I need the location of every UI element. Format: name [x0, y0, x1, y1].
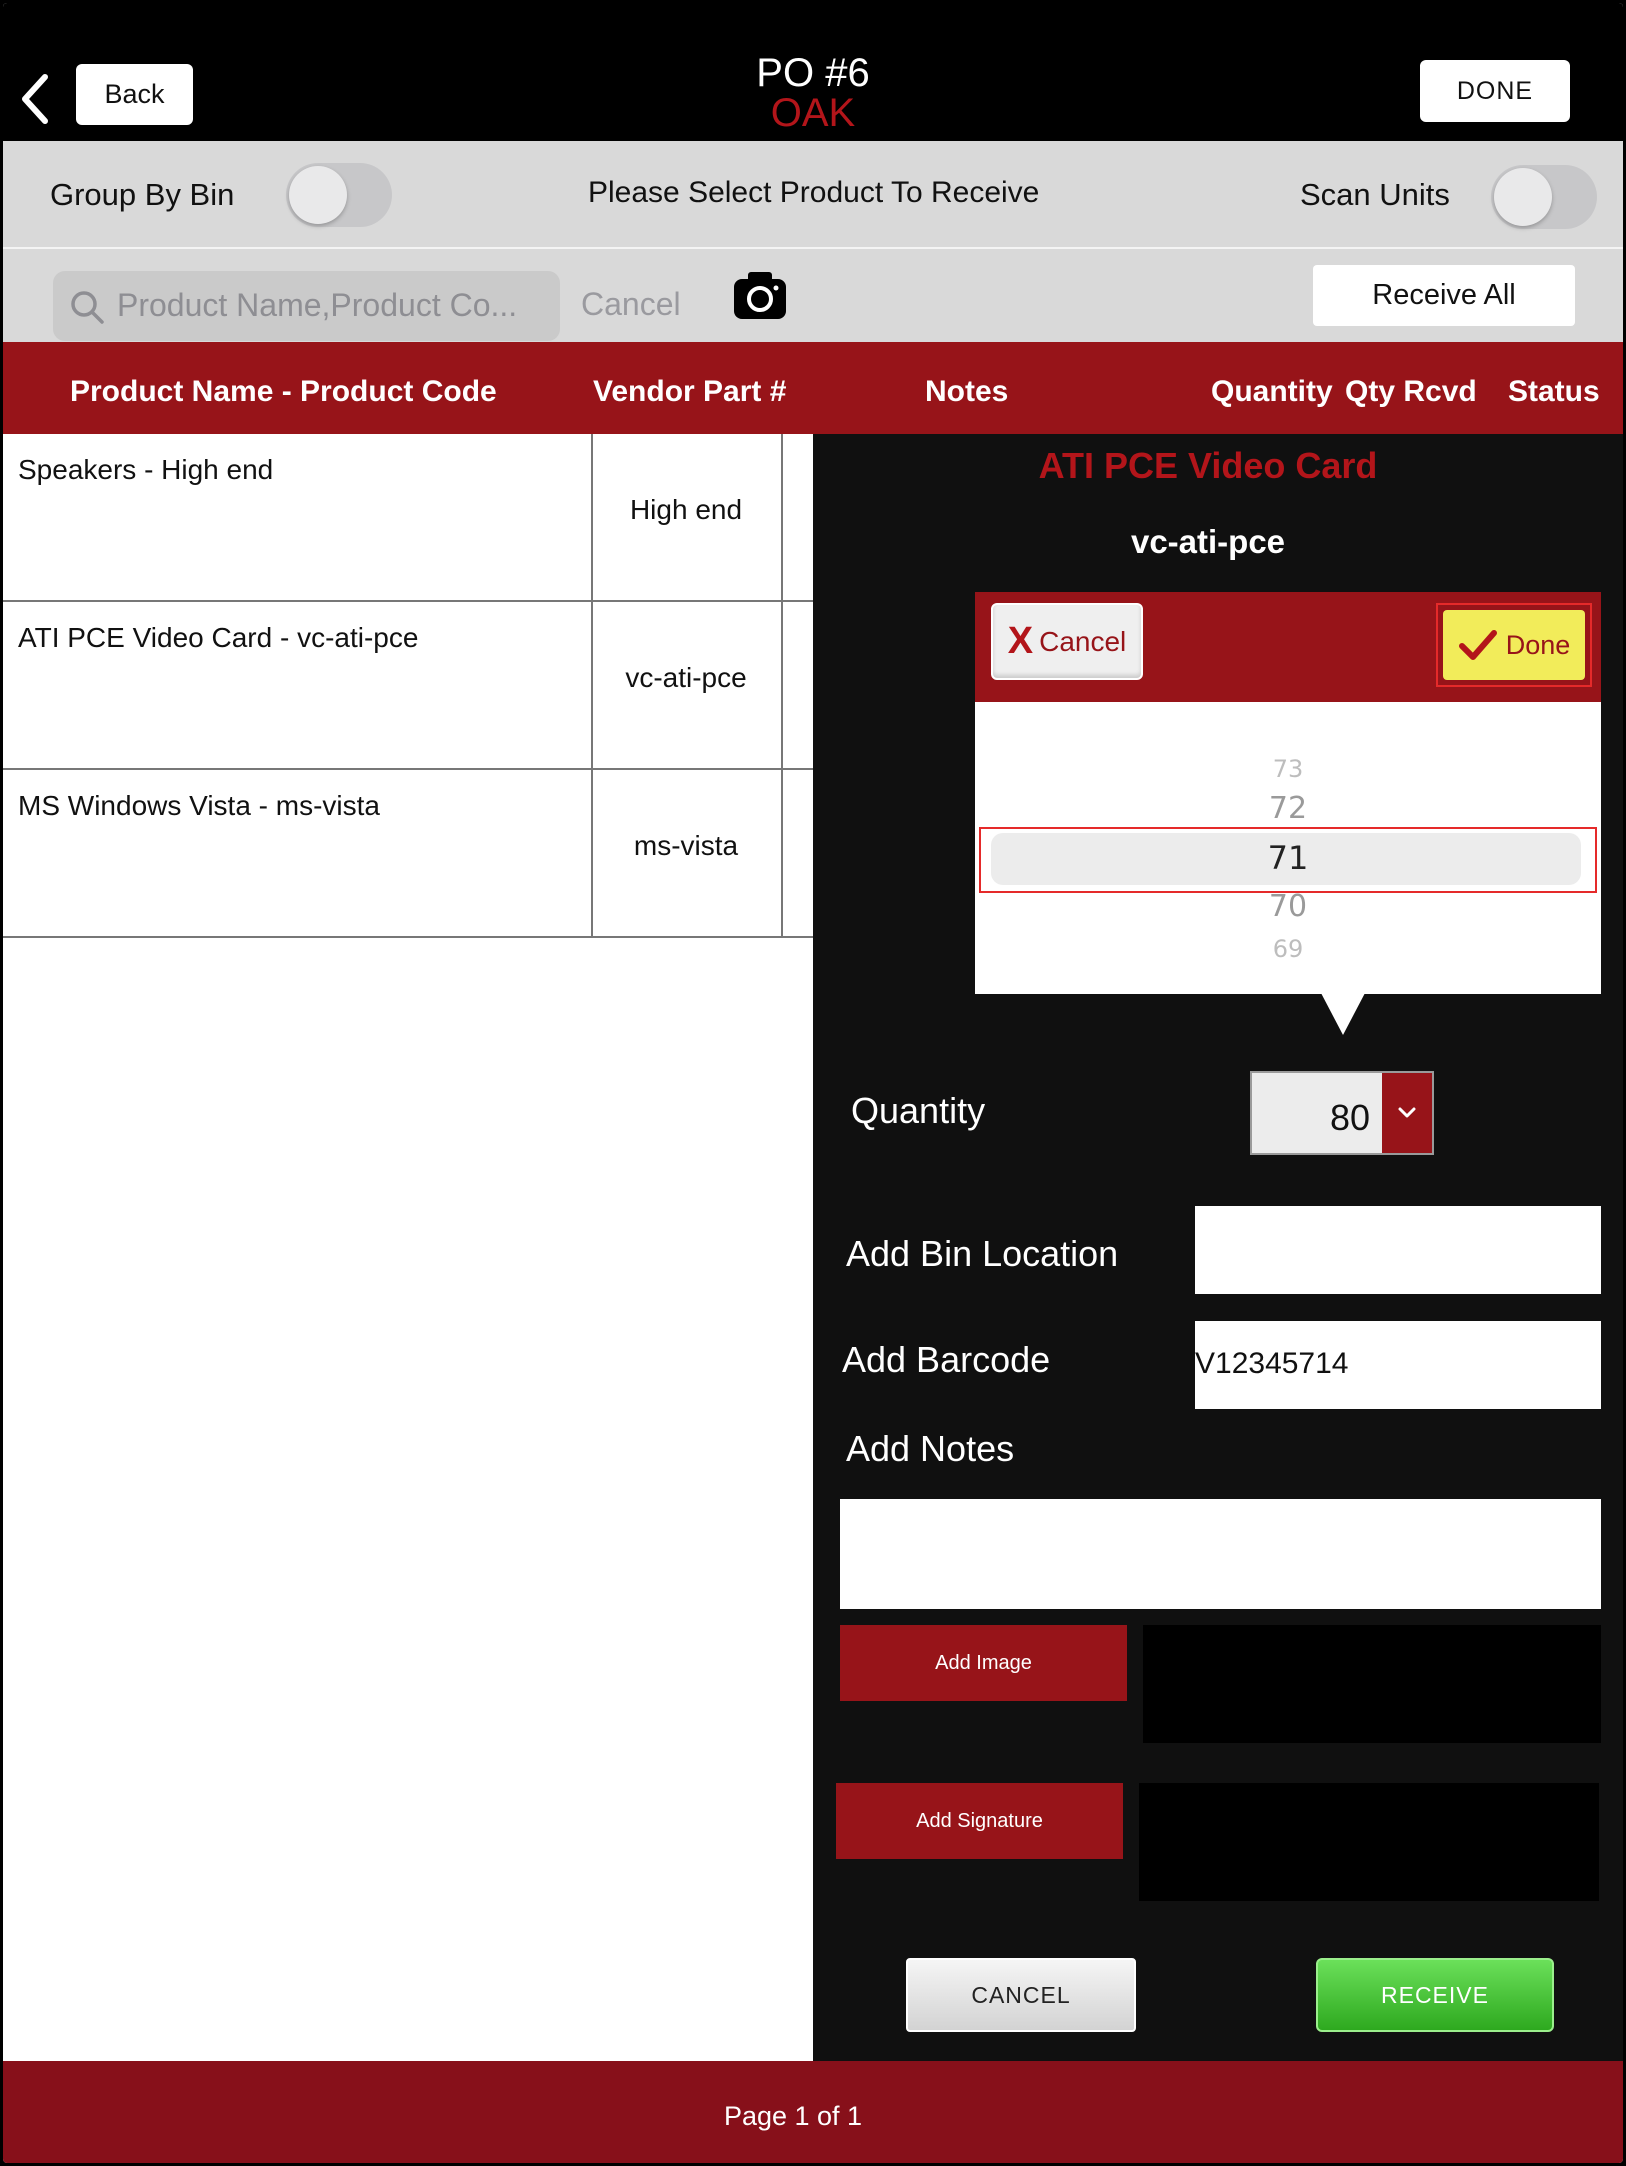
picker-option[interactable]: 69: [975, 935, 1601, 963]
search-placeholder: Product Name,Product Co...: [117, 287, 518, 323]
camera-icon[interactable]: [732, 269, 788, 321]
scan-units-toggle[interactable]: [1491, 165, 1597, 229]
search-cancel-button[interactable]: Cancel: [581, 286, 681, 323]
barcode-input[interactable]: V12345714: [1195, 1321, 1601, 1409]
column-divider: [781, 770, 783, 938]
panel-product-title: ATI PCE Video Card: [1038, 445, 1378, 486]
vendor-part: ms-vista: [633, 830, 739, 861]
bin-location-label: Add Bin Location: [846, 1233, 1119, 1274]
table-row[interactable]: Speakers - High end High end: [3, 434, 813, 602]
select-product-prompt: Please Select Product To Receive: [588, 176, 1040, 209]
back-chevron-icon[interactable]: [17, 73, 53, 125]
picker-option[interactable]: 70: [975, 889, 1601, 924]
signature-preview: [1139, 1783, 1599, 1901]
picker-done-label: Done: [1505, 629, 1571, 660]
product-name: Speakers - High end: [18, 454, 274, 485]
column-header-notes[interactable]: Notes: [925, 375, 1008, 409]
column-header-product[interactable]: Product Name - Product Code: [70, 375, 497, 409]
x-icon: X: [1007, 620, 1034, 662]
picker-option[interactable]: 73: [975, 755, 1601, 783]
popover-arrow: [1321, 993, 1365, 1035]
vendor-part: vc-ati-pce: [625, 662, 747, 693]
chevron-down-icon: [1382, 1073, 1432, 1153]
receive-all-button[interactable]: Receive All: [1313, 265, 1575, 326]
picker-done-button[interactable]: Done: [1443, 610, 1585, 680]
page-title: PO #6: [756, 51, 870, 95]
panel-product-code: vc-ati-pce: [1130, 523, 1286, 560]
quantity-dropdown[interactable]: 80: [1250, 1071, 1434, 1155]
column-header-status[interactable]: Status: [1508, 375, 1600, 409]
product-name: MS Windows Vista - ms-vista: [18, 790, 380, 821]
receive-button[interactable]: RECEIVE: [1316, 1958, 1554, 2032]
app-frame: Back PO #6 OAK DONE Group By Bin Please …: [3, 3, 1623, 2163]
add-image-button[interactable]: Add Image: [840, 1625, 1127, 1701]
bin-location-input[interactable]: [1195, 1206, 1601, 1294]
checkmark-icon: [1458, 630, 1497, 660]
scan-units-label: Scan Units: [1300, 177, 1450, 212]
image-preview: [1143, 1625, 1601, 1743]
add-signature-button[interactable]: Add Signature: [836, 1783, 1123, 1859]
toggle-knob: [289, 166, 347, 224]
column-header-vendor-part[interactable]: Vendor Part #: [593, 375, 786, 409]
picker-cancel-button[interactable]: X Cancel: [991, 603, 1143, 680]
search-icon: [71, 291, 104, 324]
location-subtitle: OAK: [770, 91, 856, 135]
done-button[interactable]: DONE: [1420, 60, 1570, 122]
barcode-value: V12345714: [1195, 1347, 1349, 1380]
notes-input[interactable]: [840, 1499, 1601, 1609]
column-divider: [781, 602, 783, 770]
table-row[interactable]: ATI PCE Video Card - vc-ati-pce vc-ati-p…: [3, 602, 813, 770]
vendor-part: High end: [629, 494, 743, 525]
quantity-label: Quantity: [851, 1090, 986, 1131]
picker-cancel-label: Cancel: [1039, 625, 1127, 657]
pagination-footer: Page 1 of 1: [3, 2061, 1623, 2163]
toggle-knob: [1494, 168, 1552, 226]
group-by-bin-toggle[interactable]: [286, 163, 392, 227]
picker-option[interactable]: 72: [975, 791, 1601, 826]
back-button[interactable]: Back: [76, 64, 193, 125]
picker-option-selected[interactable]: 71: [975, 839, 1601, 877]
table-header: Product Name - Product Code Vendor Part …: [3, 342, 1623, 434]
search-input[interactable]: Product Name,Product Co...: [53, 271, 560, 341]
column-header-quantity[interactable]: Quantity: [1211, 375, 1333, 409]
column-header-qty-rcvd[interactable]: Qty Rcvd: [1345, 375, 1477, 409]
quantity-value: 80: [1329, 1097, 1370, 1138]
cancel-button[interactable]: CANCEL: [906, 1958, 1136, 2032]
barcode-label: Add Barcode: [842, 1339, 1051, 1380]
notes-label: Add Notes: [846, 1428, 1015, 1469]
column-divider: [781, 434, 783, 602]
product-name: ATI PCE Video Card - vc-ati-pce: [18, 622, 419, 653]
page-indicator: Page 1 of 1: [723, 2101, 863, 2131]
table-row[interactable]: MS Windows Vista - ms-vista ms-vista: [3, 770, 813, 938]
group-by-bin-label: Group By Bin: [50, 177, 235, 212]
